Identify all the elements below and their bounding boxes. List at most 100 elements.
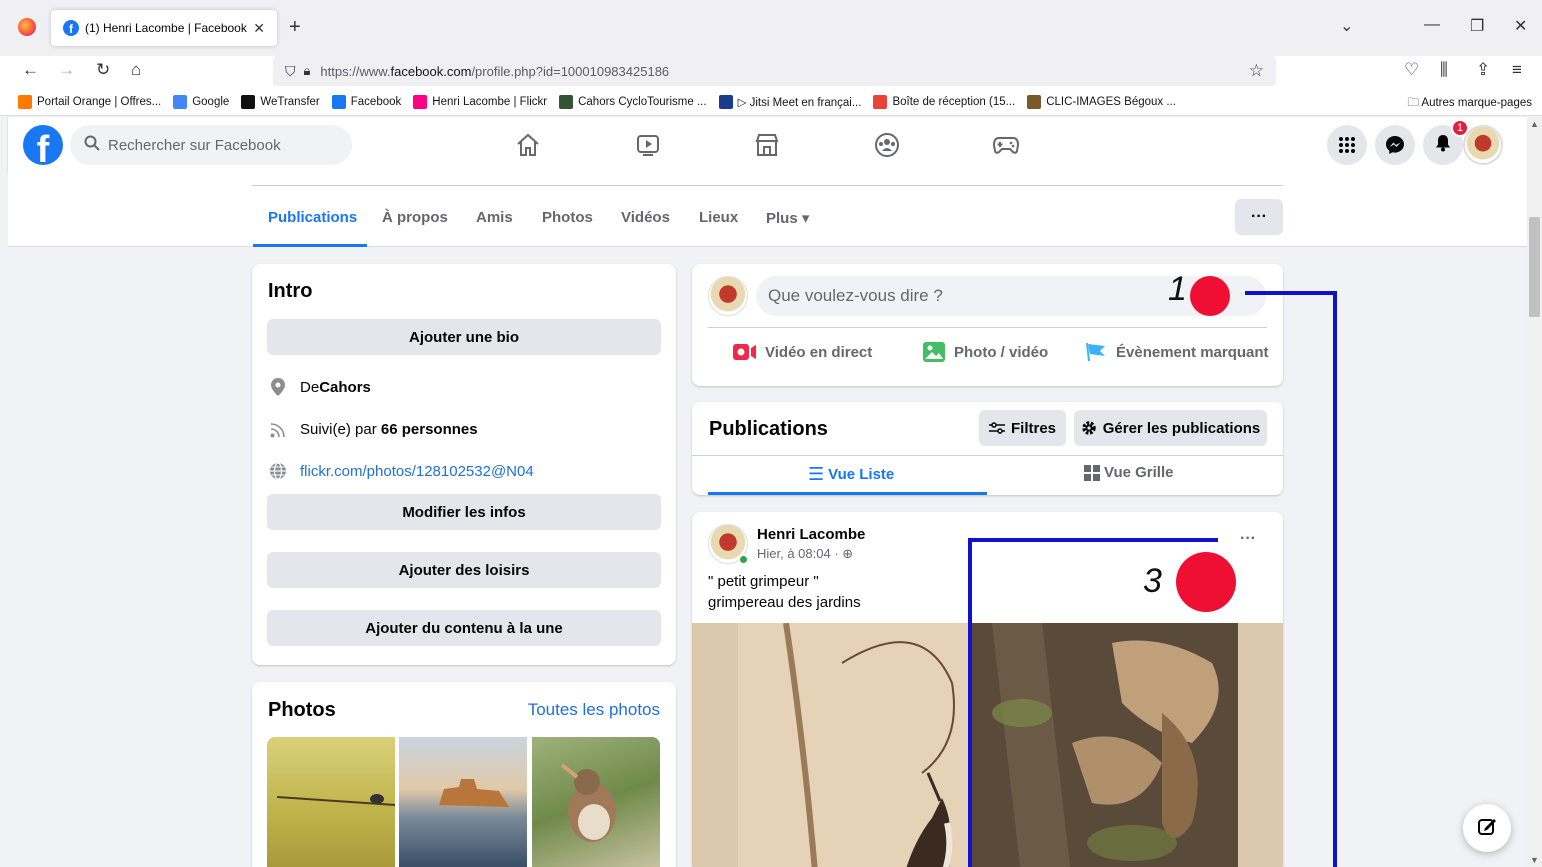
composer-avatar[interactable] (708, 276, 748, 316)
online-status-dot (738, 554, 749, 565)
bookmark-item[interactable]: Boîte de réception (15... (873, 94, 1015, 109)
grid-view-label: Vue Grille (1104, 464, 1174, 481)
bookmark-item[interactable]: Henri Lacombe | Flickr (413, 94, 547, 109)
bookmark-label: Facebook (350, 95, 402, 108)
grid-view-tab[interactable]: Vue Grille (1084, 464, 1173, 481)
other-bookmarks-folder[interactable]: 🗀︎ Autres marque-pages (1407, 95, 1532, 114)
notifications-button[interactable]: 1 (1423, 119, 1469, 165)
bookmark-star-icon[interactable]: ☆ (1249, 61, 1264, 81)
live-video-icon (733, 342, 757, 362)
post-author-name[interactable]: Henri Lacombe (757, 526, 865, 543)
composer-divider (708, 327, 1267, 328)
home-icon[interactable]: ⌂ (131, 60, 141, 80)
composer-input[interactable] (768, 286, 1168, 306)
add-hobbies-button[interactable]: Ajouter des loisirs (267, 552, 661, 588)
bookmark-item[interactable]: ▷ Jitsi Meet en françai... (718, 94, 861, 109)
filter-sliders-icon (988, 422, 1005, 434)
from-city[interactable]: Cahors (319, 379, 371, 396)
account-avatar[interactable] (1463, 125, 1503, 165)
tab-places[interactable]: Lieux (699, 209, 738, 226)
bookmark-favicon-icon (241, 94, 256, 109)
gear-icon (1081, 420, 1097, 436)
more-dots-icon: ··· (1251, 208, 1267, 225)
website-link[interactable]: flickr.com/photos/128102532@N04 (300, 463, 534, 480)
marketplace-nav-icon[interactable] (753, 131, 781, 159)
bell-icon (1434, 134, 1452, 157)
menu-grid-icon[interactable] (1327, 125, 1367, 165)
list-icon: ☰ (808, 464, 825, 484)
photo-video-button[interactable]: Photo / vidéo (922, 342, 1048, 362)
followers-count[interactable]: 66 personnes (381, 421, 478, 438)
bookmark-item[interactable]: Cahors CycloTourisme ... (559, 94, 707, 109)
tab-friends[interactable]: Amis (476, 209, 513, 226)
minimize-icon[interactable]: — (1424, 16, 1440, 34)
page-scrollbar[interactable]: ▲ ▼ (1527, 117, 1542, 867)
live-video-button[interactable]: Vidéo en direct (733, 342, 872, 362)
forward-icon[interactable]: → (58, 60, 75, 80)
gaming-nav-icon[interactable] (992, 131, 1020, 159)
tab-more[interactable]: Plus ▾ (766, 209, 809, 227)
location-pin-icon (268, 378, 288, 396)
scroll-up-icon[interactable]: ▲ (1530, 119, 1539, 129)
restore-icon[interactable]: ❐ (1470, 16, 1484, 36)
bookmark-item[interactable]: Portail Orange | Offres... (18, 94, 161, 109)
list-view-tab[interactable]: ☰ Vue Liste (808, 464, 894, 485)
url-text[interactable]: https://www.facebook.com/profile.php?id=… (320, 64, 669, 79)
profile-more-button[interactable]: ··· (1235, 199, 1283, 235)
lock-icon[interactable]: 🔒︎ (304, 63, 311, 79)
search-icon (84, 135, 100, 155)
watch-nav-icon[interactable] (634, 131, 662, 159)
groups-nav-icon[interactable] (873, 131, 901, 159)
add-bio-button[interactable]: Ajouter une bio (267, 319, 661, 355)
manage-posts-button[interactable]: Gérer les publications (1074, 410, 1267, 446)
tab-videos[interactable]: Vidéos (621, 209, 670, 226)
new-tab-icon[interactable]: + (289, 16, 301, 39)
post-timestamp[interactable]: Hier, à 08:04 · ⊕ (757, 546, 853, 562)
photo-thumbnail[interactable] (267, 737, 395, 867)
photo-thumbnail[interactable] (532, 737, 660, 867)
post-image[interactable] (692, 622, 1283, 867)
close-tab-icon[interactable]: ✕ (253, 20, 265, 37)
close-window-icon[interactable]: ✕ (1514, 16, 1527, 36)
from-label: De (300, 378, 320, 396)
photo-thumbnail[interactable] (399, 737, 527, 867)
browser-tab-active[interactable]: f (1) Henri Lacombe | Facebook ✕ (51, 10, 277, 46)
live-video-label: Vidéo en direct (765, 343, 873, 361)
bookmark-item[interactable]: WeTransfer (241, 94, 320, 109)
see-all-photos-link[interactable]: Toutes les photos (528, 700, 660, 720)
intro-city-row: De Cahors (268, 378, 371, 396)
facebook-logo-icon[interactable]: f (23, 125, 63, 165)
filters-button[interactable]: Filtres (979, 410, 1066, 446)
menu-icon[interactable]: ≡ (1512, 60, 1522, 80)
list-view-indicator (708, 492, 987, 495)
list-tabs-icon[interactable]: ⌄ (1340, 16, 1353, 36)
photo-icon (922, 342, 946, 362)
bookmark-item[interactable]: CLIC-IMAGES Bégoux ... (1027, 94, 1176, 109)
post-options-icon[interactable]: ··· (1240, 530, 1256, 548)
tab-publications[interactable]: Publications (268, 209, 357, 226)
url-bar[interactable]: ⛉ 🔒︎ https://www.facebook.com/profile.ph… (273, 56, 1276, 86)
tab-photos[interactable]: Photos (542, 209, 593, 226)
edit-info-button[interactable]: Modifier les infos (267, 494, 661, 530)
add-featured-button[interactable]: Ajouter du contenu à la une (267, 610, 661, 646)
home-nav-icon[interactable] (514, 131, 542, 159)
pocket-icon[interactable]: ♡ (1404, 60, 1419, 80)
life-event-button[interactable]: Évènement marquant (1084, 342, 1269, 362)
back-icon[interactable]: ← (22, 60, 39, 80)
firefox-icon[interactable] (18, 18, 36, 36)
search-box[interactable] (70, 125, 352, 165)
photos-title: Photos (268, 699, 336, 721)
library-icon[interactable]: ⫼ (1440, 60, 1448, 80)
bookmark-favicon-icon (718, 94, 733, 109)
search-input[interactable] (108, 136, 338, 154)
bookmark-item[interactable]: Google (173, 94, 229, 109)
messenger-icon[interactable] (1375, 125, 1415, 165)
reload-icon[interactable]: ↻ (96, 60, 110, 80)
tab-about[interactable]: À propos (382, 209, 448, 226)
bookmark-item[interactable]: Facebook (331, 94, 402, 109)
share-icon[interactable]: ⇪ (1476, 60, 1490, 80)
tracking-shield-icon[interactable]: ⛉ (285, 63, 296, 80)
scroll-down-icon[interactable]: ▼ (1530, 855, 1539, 865)
scrollbar-thumb[interactable] (1529, 217, 1540, 317)
new-message-button[interactable] (1463, 804, 1511, 852)
